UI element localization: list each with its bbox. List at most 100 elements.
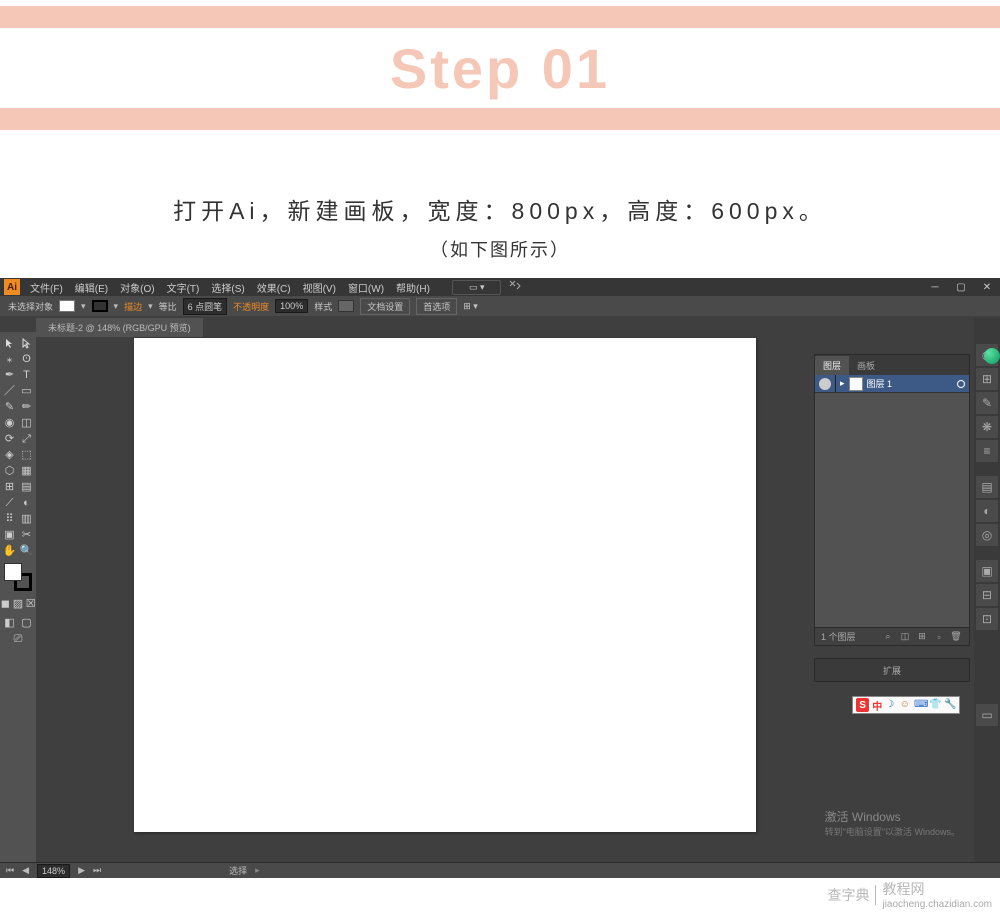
menu-type[interactable]: 文字(T) [161,280,206,295]
brushes-panel-icon[interactable]: ✎ [976,392,998,414]
pencil-tool-icon[interactable]: ✏ [19,400,34,415]
menu-help[interactable]: 帮助(H) [390,280,436,295]
mesh-tool-icon[interactable]: ⊞ [2,480,17,495]
search-icon[interactable] [509,280,521,295]
opacity-field[interactable]: 100% [275,299,308,313]
appearance-panel-icon[interactable]: ◎ [976,524,998,546]
graph-tool-icon[interactable]: ▥ [19,512,34,527]
paintbrush-tool-icon[interactable]: ✎ [2,400,17,415]
menu-view[interactable]: 视图(V) [297,280,342,295]
rectangle-tool-icon[interactable]: ▭ [19,384,34,399]
color-mode-icon[interactable]: ◼ [0,597,11,612]
ime-keyboard-icon[interactable]: ⌨ [914,699,926,711]
clip-mask-icon[interactable]: ◫ [898,630,912,644]
close-button[interactable]: ✕ [974,278,1000,296]
locate-layer-icon[interactable]: ⌕ [881,630,895,644]
windows-activation-watermark: 激活 Windows 转到"电脑设置"以激活 Windows。 [825,808,960,838]
maximize-button[interactable]: ▢ [948,278,974,296]
menu-object[interactable]: 对象(O) [114,280,160,295]
symbols-panel-icon[interactable]: ❋ [976,416,998,438]
ime-skin-icon[interactable]: 👕 [929,699,941,711]
nav-first-icon[interactable]: ⏮ [6,865,14,876]
direct-selection-tool-icon[interactable] [19,336,34,351]
scale-tool-icon[interactable]: ⤢ [19,432,34,447]
artboard-tool-icon[interactable]: ▣ [2,528,17,543]
free-transform-tool-icon[interactable]: ⬚ [19,448,34,463]
gradient-tool-icon[interactable]: ▤ [19,480,34,495]
eyedropper-tool-icon[interactable]: ⟋ [2,496,17,511]
nav-prev-icon[interactable]: ◀ [22,865,29,876]
tab-layers[interactable]: 图层 [815,356,849,375]
align-icon[interactable]: ⊞ ▾ [463,301,478,312]
selection-tool-icon[interactable] [2,336,17,351]
gradient-mode-icon[interactable]: ▨ [13,597,24,612]
eraser-tool-icon[interactable]: ◫ [19,416,34,431]
menu-select[interactable]: 选择(S) [205,280,250,295]
stroke-panel-icon[interactable]: ≡ [976,440,998,462]
ime-moon-icon[interactable]: ☽ [885,699,896,711]
blob-brush-tool-icon[interactable]: ◉ [2,416,17,431]
fill-color-swatch[interactable] [4,563,22,581]
fill-swatch[interactable] [59,300,75,312]
slice-tool-icon[interactable]: ✂ [19,528,34,543]
lasso-tool-icon[interactable]: ʘ [19,352,34,367]
stroke-weight-field[interactable]: 6 点圆笔 [183,298,228,315]
type-tool-icon[interactable]: T [19,368,34,383]
nav-last-icon[interactable]: ⏭ [93,865,101,876]
rotate-tool-icon[interactable]: ⟳ [2,432,17,447]
pathfinder-panel-icon[interactable]: ⊡ [976,608,998,630]
doc-setup-button[interactable]: 文档设置 [360,298,410,315]
workspace-selector[interactable]: ▭ ▾ [452,280,502,295]
libraries-panel-icon[interactable]: ▭ [976,704,998,726]
line-tool-icon[interactable]: ／ [2,384,17,399]
draw-mode-icon[interactable]: ◧ [2,616,17,631]
zoom-tool-icon[interactable]: 🔍 [19,544,34,559]
fill-stroke-swatches[interactable] [4,563,32,591]
layer-row[interactable]: ▸ 图层 1 [815,375,969,393]
new-sublayer-icon[interactable]: ⊞ [915,630,929,644]
swatches-panel-icon[interactable]: ⊞ [976,368,998,390]
hand-tool-icon[interactable]: ✋ [2,544,17,559]
screen-mode-icon[interactable]: ▢ [19,616,34,631]
sogou-logo-icon[interactable]: S [856,698,869,712]
stroke-label[interactable]: 描边 [124,300,142,313]
gradient-panel-icon[interactable]: ▤ [976,476,998,498]
prefs-button[interactable]: 首选项 [416,298,457,315]
none-mode-icon[interactable]: ☒ [25,597,36,612]
menu-effect[interactable]: 效果(C) [251,280,297,295]
extensions-panel[interactable]: 扩展 [814,658,970,682]
width-tool-icon[interactable]: ◈ [2,448,17,463]
notification-bubble-icon[interactable] [984,348,1000,364]
ime-emoji-icon[interactable]: ☺ [900,699,911,711]
layers-panel-footer: 1 个图层 ⌕ ◫ ⊞ ▫ 🗑 [815,627,969,645]
opacity-label[interactable]: 不透明度 [233,300,269,313]
stroke-swatch[interactable] [92,300,108,312]
artboard-canvas[interactable] [134,338,756,832]
menu-file[interactable]: 文件(F) [24,280,69,295]
visibility-toggle-icon[interactable] [819,378,831,390]
align-panel-icon[interactable]: ⊟ [976,584,998,606]
shape-builder-tool-icon[interactable]: ⬡ [2,464,17,479]
blend-tool-icon[interactable]: ◐ [19,496,34,511]
nav-next-icon[interactable]: ▶ [78,865,85,876]
delete-layer-icon[interactable]: 🗑 [949,630,963,644]
document-tab[interactable]: 未标题-2 @ 148% (RGB/GPU 预览) [36,318,203,337]
magic-wand-tool-icon[interactable]: ⁎ [2,352,17,367]
minimize-button[interactable]: ─ [922,278,948,296]
transparency-panel-icon[interactable]: ◐ [976,500,998,522]
style-swatch[interactable] [338,300,354,312]
layer-name[interactable]: 图层 1 [867,377,893,390]
pen-tool-icon[interactable]: ✒ [2,368,17,383]
menu-window[interactable]: 窗口(W) [342,280,390,295]
perspective-tool-icon[interactable]: ▦ [19,464,34,479]
graphic-styles-panel-icon[interactable]: ▣ [976,560,998,582]
zoom-field[interactable]: 148% [37,864,70,878]
new-layer-icon[interactable]: ▫ [932,630,946,644]
ime-menu-icon[interactable]: 🔧 [944,699,956,711]
change-screen-mode-icon[interactable]: ⎚ [2,632,34,647]
menu-edit[interactable]: 编辑(E) [69,280,114,295]
ime-lang-toggle[interactable]: 中 [872,698,882,713]
symbol-spray-tool-icon[interactable]: ⠿ [2,512,17,527]
target-icon[interactable] [957,380,965,388]
tab-artboards[interactable]: 画板 [849,356,883,375]
